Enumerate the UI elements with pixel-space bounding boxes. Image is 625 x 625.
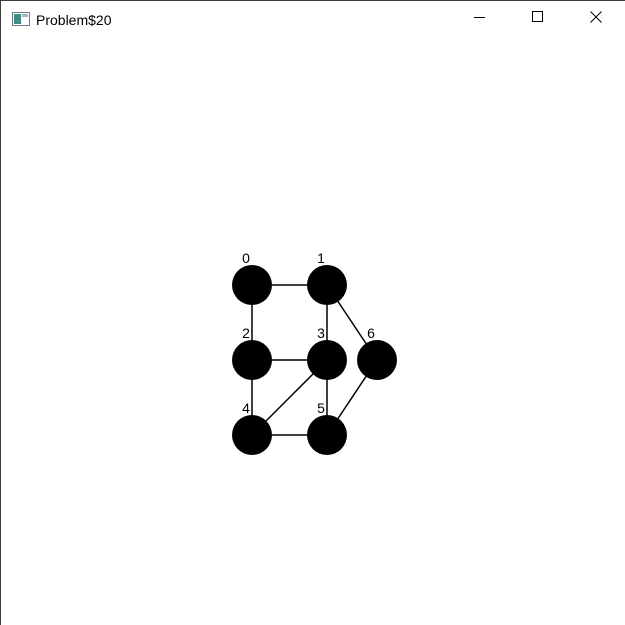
graph-node-label-4: 4 <box>242 400 250 416</box>
window-title: Problem$20 <box>36 12 112 28</box>
close-button[interactable] <box>573 1 619 37</box>
graph-node-3 <box>307 340 347 380</box>
graph-node-6 <box>357 340 397 380</box>
window-app-icon <box>12 12 30 26</box>
title-bar[interactable]: Problem$20 <box>1 1 625 37</box>
graph-node-label-2: 2 <box>242 325 250 341</box>
graph-node-label-3: 3 <box>317 325 325 341</box>
app-window: Problem$20 0 1 2 3 4 5 6 <box>0 0 625 625</box>
graph-node-2 <box>232 340 272 380</box>
graph-node-label-5: 5 <box>317 400 325 416</box>
graph-node-label-1: 1 <box>317 250 325 266</box>
maximize-button[interactable] <box>515 1 561 37</box>
minimize-icon <box>474 10 486 28</box>
close-icon <box>590 10 602 28</box>
graph-node-label-0: 0 <box>242 250 250 266</box>
graph-nodes <box>232 265 397 455</box>
graph-node-5 <box>307 415 347 455</box>
graph-node-4 <box>232 415 272 455</box>
graph-node-label-6: 6 <box>367 325 375 341</box>
maximize-icon <box>532 10 544 28</box>
graph-node-1 <box>307 265 347 305</box>
graph-node-0 <box>232 265 272 305</box>
minimize-button[interactable] <box>457 1 503 37</box>
graph-canvas: 0 1 2 3 4 5 6 <box>232 250 397 455</box>
